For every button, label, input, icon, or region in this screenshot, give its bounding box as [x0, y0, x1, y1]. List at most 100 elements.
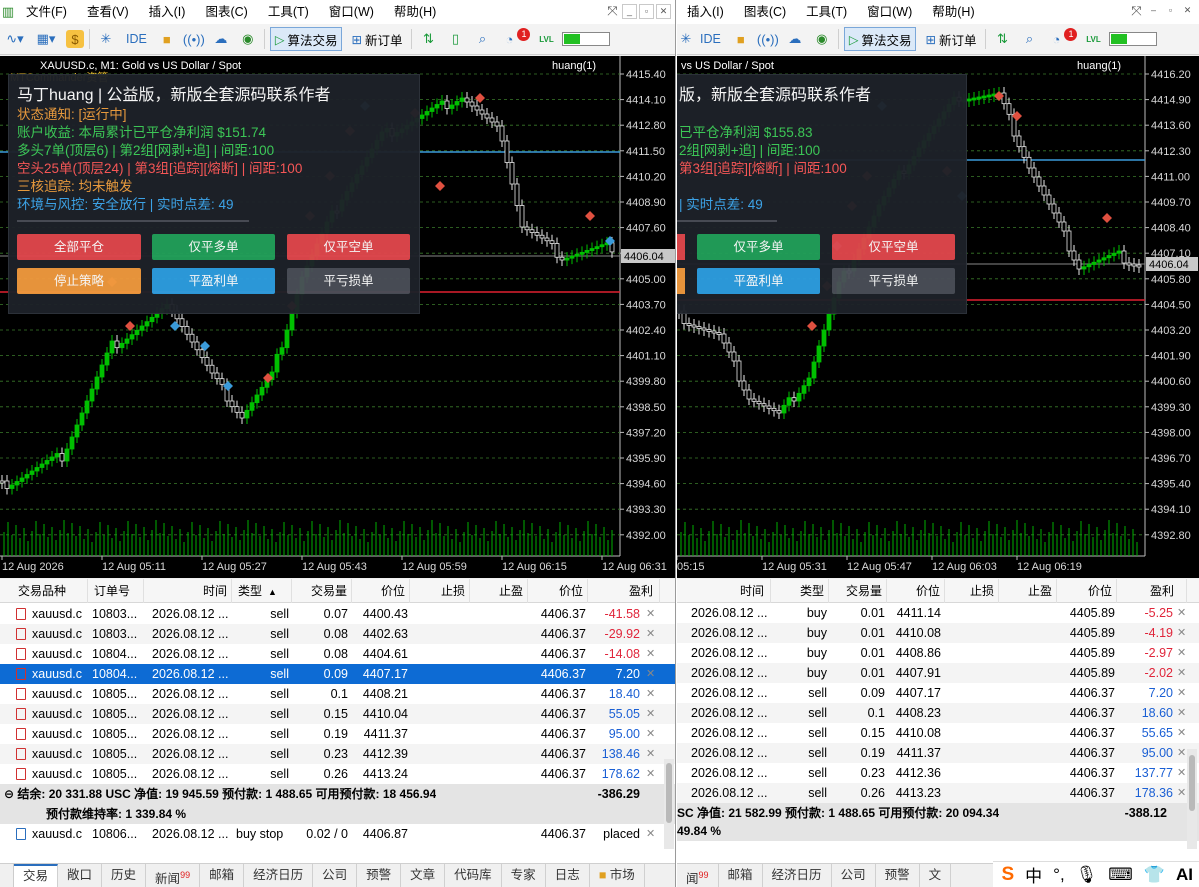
table-row[interactable]: xauusd.c 10803... 2026.08.12 ... sell 0.07 44… — [0, 604, 675, 624]
menu-charts[interactable]: 图表(C) — [734, 0, 796, 24]
col-type[interactable]: 类型 ▲ — [232, 579, 292, 603]
buy-sell-icon[interactable]: ⇅ — [991, 28, 1013, 50]
close-position-icon[interactable]: ✕ — [1177, 763, 1186, 783]
price-chart[interactable]: 4415.40 4414.10 4412.80 4411.50 4410.20 4408.… — [0, 56, 675, 578]
table-row[interactable]: 2026.08.12 ... buy 0.01 4411.14 4405.89 -5.25… — [677, 603, 1199, 623]
close-button[interactable]: ✕ — [1180, 4, 1195, 19]
ide-button[interactable]: IDE — [696, 27, 725, 51]
tab-alerts[interactable]: 预警 — [357, 864, 402, 887]
cloud-icon[interactable]: ☁ — [210, 28, 232, 50]
col-volume[interactable]: 交易量 — [292, 579, 352, 603]
table-row[interactable]: 2026.08.12 ... buy 0.01 4408.86 4405.89 -2.97… — [677, 643, 1199, 663]
toolbox-handle[interactable] — [0, 864, 14, 887]
line-chart-icon[interactable]: ∿▾ — [4, 28, 26, 50]
tab-history[interactable]: 历史 — [102, 864, 147, 887]
close-position-icon[interactable]: ✕ — [1177, 603, 1186, 623]
col-tp[interactable]: 止盈 — [999, 579, 1057, 603]
tab-company[interactable]: 公司 — [832, 864, 876, 887]
skin-icon[interactable]: 👕 — [1144, 865, 1165, 885]
vps-icon[interactable]: ◉ — [811, 28, 833, 50]
close-short-button[interactable]: 仅平空单 — [287, 234, 410, 260]
search-icon[interactable]: ⌕ — [471, 28, 493, 50]
close-position-icon[interactable]: ✕ — [646, 664, 655, 684]
new-order-button[interactable]: ⊞ 新订单 — [347, 27, 406, 51]
ime-punctuation-toggle[interactable]: °, — [1053, 865, 1065, 885]
close-position-icon[interactable]: ✕ — [646, 724, 655, 744]
table-row[interactable]: 2026.08.12 ... sell 0.1 4408.23 4406.37 18.60… — [677, 703, 1199, 723]
menu-help[interactable]: 帮助(H) — [384, 0, 446, 24]
tab-alerts[interactable]: 预警 — [876, 864, 920, 887]
table-row[interactable]: xauusd.c 10804... 2026.08.12 ... sell 0.09 44… — [0, 664, 675, 684]
ai-icon[interactable]: AI — [1176, 865, 1193, 885]
menu-view[interactable]: 查看(V) — [77, 0, 139, 24]
level-icon[interactable]: LVL — [1082, 28, 1104, 50]
stop-strategy-button[interactable]: 停止策略 — [17, 268, 141, 294]
close-position-icon[interactable]: ✕ — [1177, 643, 1186, 663]
algo-trading-button[interactable]: ▷ 算法交易 — [843, 27, 917, 51]
tab-market[interactable]: ■ 市场 — [590, 864, 645, 887]
strategy-icon[interactable]: ✳ — [95, 28, 117, 50]
col-price-current[interactable]: 价位 — [1057, 579, 1117, 603]
close-position-icon[interactable]: ✕ — [1177, 783, 1186, 803]
close-position-icon[interactable]: ✕ — [646, 684, 655, 704]
ime-language-toggle[interactable]: 中 — [1025, 862, 1042, 887]
vps-icon[interactable]: ◉ — [237, 28, 259, 50]
tab-articles[interactable]: 文 — [920, 864, 952, 887]
col-time[interactable]: 时间 — [677, 579, 771, 603]
restore-button[interactable]: ▫ — [639, 4, 654, 19]
sogou-ime-icon[interactable]: S — [1001, 864, 1014, 886]
close-loss-button[interactable]: 平亏损单 — [287, 268, 410, 294]
pending-order-row[interactable]: xauusd.c 10806... 2026.08.12 ... buy sto… — [0, 824, 675, 844]
tab-company[interactable]: 公司 — [313, 864, 358, 887]
col-tp[interactable]: 止盈 — [470, 579, 528, 603]
price-chart[interactable]: 4416.20 4414.90 4413.60 4412.30 4411.00 4409.… — [677, 56, 1199, 578]
tab-experts[interactable]: 专家 — [502, 864, 546, 887]
table-row[interactable]: xauusd.c 10804... 2026.08.12 ... sell 0.08 44… — [0, 644, 675, 664]
tab-mailbox[interactable]: 邮箱 — [719, 864, 763, 887]
chart-template-icon[interactable]: ▦▾ — [31, 28, 61, 50]
signals-icon[interactable]: ((•)) — [757, 28, 779, 50]
table-row[interactable]: 2026.08.12 ... sell 0.19 4411.37 4406.37 95.0… — [677, 743, 1199, 763]
col-price-open[interactable]: 价位 — [352, 579, 410, 603]
new-order-button[interactable]: ⊞ 新订单 — [921, 27, 980, 51]
close-all-button[interactable]: 全部平仓 — [17, 234, 141, 260]
table-row[interactable]: xauusd.c 10803... 2026.08.12 ... sell 0.08 44… — [0, 624, 675, 644]
keyboard-icon[interactable]: ⌨ — [1108, 865, 1133, 885]
table-row[interactable]: 2026.08.12 ... buy 0.01 4410.08 4405.89 -4.19… — [677, 623, 1199, 643]
close-position-icon[interactable]: ✕ — [646, 624, 655, 644]
close-long-button[interactable]: 仅平多单 — [152, 234, 275, 260]
close-position-icon[interactable]: ✕ — [1177, 723, 1186, 743]
close-button[interactable]: ✕ — [656, 4, 671, 19]
col-price-current[interactable]: 价位 — [528, 579, 588, 603]
close-all-button[interactable] — [677, 234, 685, 260]
col-sl[interactable]: 止损 — [410, 579, 470, 603]
close-profit-button[interactable]: 平盈利单 — [697, 268, 820, 294]
close-position-icon[interactable]: ✕ — [646, 744, 655, 764]
close-order-icon[interactable]: ✕ — [646, 824, 655, 844]
table-row[interactable]: xauusd.c 10805... 2026.08.12 ... sell 0.19 44… — [0, 724, 675, 744]
close-position-icon[interactable]: ✕ — [646, 644, 655, 664]
pin-icon[interactable]: ⤧ — [1129, 4, 1144, 19]
search-icon[interactable]: ⌕ — [1018, 28, 1040, 50]
tab-articles[interactable]: 文章 — [401, 864, 446, 887]
strategy-icon[interactable]: ✳ — [681, 28, 692, 50]
col-type[interactable]: 类型 — [771, 579, 829, 603]
tab-news[interactable]: 闻99 — [677, 864, 719, 887]
table-row[interactable]: xauusd.c 10805... 2026.08.12 ... sell 0.26 44… — [0, 764, 675, 784]
algo-trading-button[interactable]: ▷ 算法交易 — [269, 27, 343, 51]
close-position-icon[interactable]: ✕ — [646, 604, 655, 624]
close-long-button[interactable]: 仅平多单 — [697, 234, 820, 260]
microphone-icon[interactable]: 🎙 — [1076, 865, 1098, 885]
col-time[interactable]: 时间 — [144, 579, 232, 603]
stop-strategy-button[interactable] — [677, 268, 685, 294]
restore-button[interactable]: ▫ — [1163, 4, 1178, 19]
close-short-button[interactable]: 仅平空单 — [832, 234, 955, 260]
close-position-icon[interactable]: ✕ — [1177, 683, 1186, 703]
tab-trade[interactable]: 交易 — [14, 864, 59, 887]
pin-icon[interactable]: ⤧ — [605, 4, 620, 19]
minimize-button[interactable]: _ — [622, 4, 637, 19]
market-bag-icon[interactable]: ■ — [156, 28, 178, 50]
col-profit[interactable]: 盈利 — [588, 579, 660, 603]
table-row[interactable]: xauusd.c 10805... 2026.08.12 ... sell 0.15 44… — [0, 704, 675, 724]
close-loss-button[interactable]: 平亏损单 — [832, 268, 955, 294]
